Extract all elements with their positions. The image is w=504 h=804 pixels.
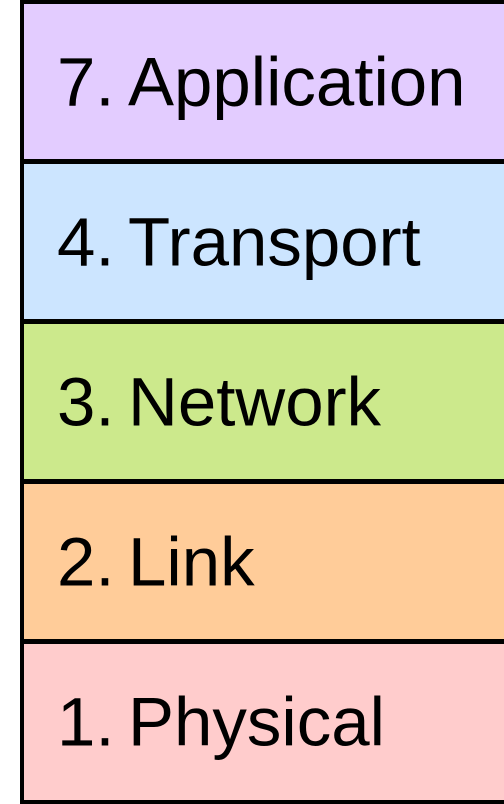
layer-name: Network bbox=[128, 363, 382, 440]
layer-link: 2. Link bbox=[20, 480, 504, 643]
layer-number: 1. bbox=[57, 683, 115, 761]
layer-network: 3. Network bbox=[20, 320, 504, 483]
layer-physical: 1. Physical bbox=[20, 640, 504, 804]
layer-name: Link bbox=[128, 523, 255, 600]
layer-name: Physical bbox=[128, 683, 385, 761]
layer-stack: 7. Application 4. Transport 3. Network 2… bbox=[20, 0, 504, 804]
layer-name: Application bbox=[128, 43, 466, 120]
layer-number: 4. bbox=[57, 203, 115, 280]
layer-name: Transport bbox=[128, 203, 421, 280]
layer-application: 7. Application bbox=[20, 0, 504, 163]
layer-number: 7. bbox=[57, 43, 115, 120]
layer-number: 2. bbox=[57, 523, 115, 600]
layer-transport: 4. Transport bbox=[20, 160, 504, 323]
layer-number: 3. bbox=[57, 363, 115, 440]
